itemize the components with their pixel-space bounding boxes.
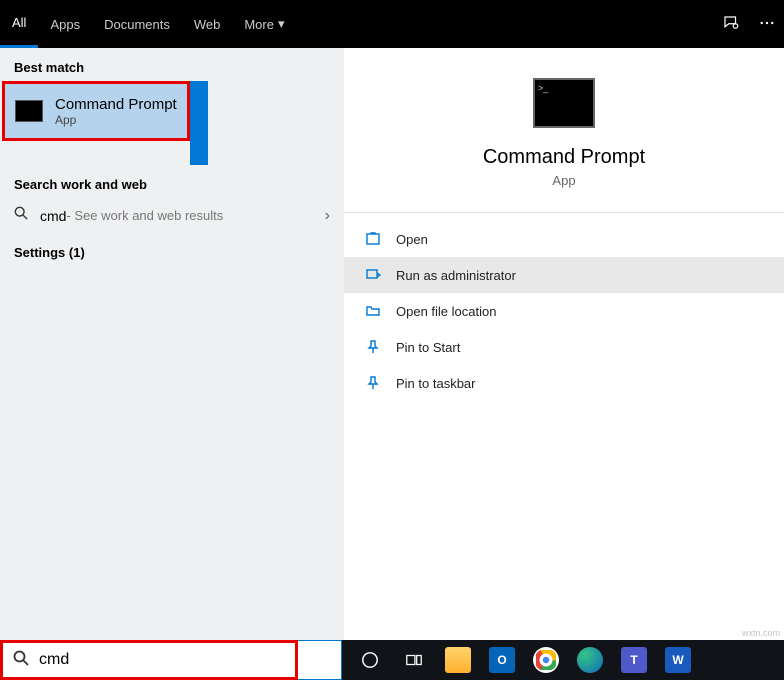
search-icon [14, 206, 30, 225]
action-label: Pin to taskbar [396, 376, 476, 391]
best-match-heading: Best match [0, 48, 344, 81]
pin-icon [364, 374, 382, 392]
folder-icon [364, 302, 382, 320]
search-results-area: Best match Command Prompt App Search wor… [0, 48, 784, 640]
chevron-down-icon: ▾ [278, 16, 285, 32]
action-label: Open [396, 232, 428, 247]
action-pin-taskbar[interactable]: Pin to taskbar [344, 365, 784, 401]
pin-icon [364, 338, 382, 356]
action-label: Run as administrator [396, 268, 516, 283]
teams-icon[interactable]: T [612, 640, 656, 680]
search-icon [13, 650, 29, 671]
outlook-icon[interactable]: O [480, 640, 524, 680]
watermark: wxtn.com [742, 628, 780, 638]
command-prompt-icon: >_ [533, 78, 595, 128]
word-icon[interactable]: W [656, 640, 700, 680]
web-search-query: cmd [40, 208, 66, 224]
search-input[interactable] [39, 651, 295, 669]
taskbar: O T W [0, 640, 784, 680]
actions-list: Open Run as administrator Open file loca… [344, 213, 784, 409]
edge-icon[interactable] [568, 640, 612, 680]
task-view-icon[interactable] [392, 640, 436, 680]
best-match-result[interactable]: Command Prompt App [2, 81, 190, 141]
file-explorer-icon[interactable] [436, 640, 480, 680]
search-web-heading: Search work and web [0, 165, 344, 198]
action-pin-start[interactable]: Pin to Start [344, 329, 784, 365]
taskbar-searchbox[interactable] [0, 640, 298, 680]
command-prompt-icon [15, 100, 43, 122]
cortana-icon[interactable] [348, 640, 392, 680]
settings-heading: Settings (1) [0, 233, 344, 266]
web-search-result[interactable]: cmd - See work and web results › [0, 198, 344, 233]
tab-more[interactable]: More ▾ [232, 0, 296, 48]
open-icon [364, 230, 382, 248]
action-open[interactable]: Open [344, 221, 784, 257]
chevron-right-icon: › [325, 207, 330, 225]
action-label: Pin to Start [396, 340, 460, 355]
tab-documents[interactable]: Documents [92, 0, 182, 48]
preview-title: Command Prompt [483, 146, 645, 169]
admin-icon [364, 266, 382, 284]
tab-web[interactable]: Web [182, 0, 233, 48]
results-list: Best match Command Prompt App Search wor… [0, 48, 344, 640]
tab-more-label: More [244, 17, 274, 32]
web-search-hint: - See work and web results [66, 208, 223, 223]
preview-pane: >_ Command Prompt App Open Run as admini… [344, 48, 784, 640]
action-label: Open file location [396, 304, 496, 319]
action-run-as-admin[interactable]: Run as administrator [344, 257, 784, 293]
action-open-location[interactable]: Open file location [344, 293, 784, 329]
chrome-icon[interactable] [524, 640, 568, 680]
best-match-title: Command Prompt [55, 96, 177, 113]
best-match-subtitle: App [55, 113, 177, 127]
selection-indicator [190, 81, 208, 165]
tab-all[interactable]: All [0, 0, 38, 48]
more-options-icon[interactable] [758, 14, 776, 35]
preview-subtitle: App [552, 173, 575, 188]
searchbox-divider [298, 640, 342, 680]
feedback-icon[interactable] [722, 14, 740, 35]
tab-apps[interactable]: Apps [38, 0, 92, 48]
search-tabs: All Apps Documents Web More ▾ [0, 0, 784, 48]
